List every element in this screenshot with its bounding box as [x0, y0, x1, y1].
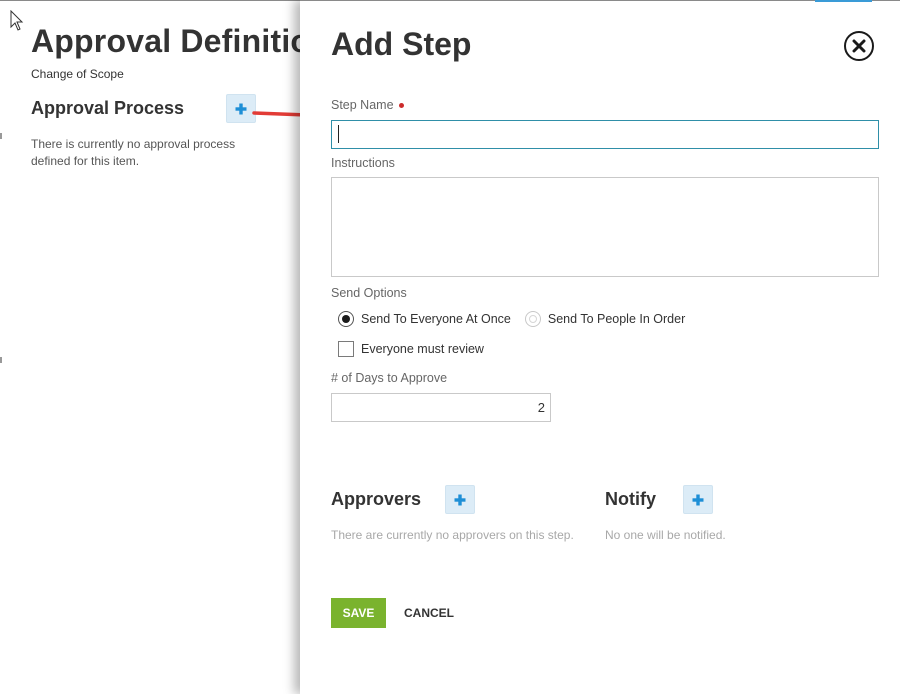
everyone-must-review-label[interactable]: Everyone must review [361, 342, 484, 356]
notify-heading: Notify [605, 489, 656, 509]
panel-top-accent [815, 0, 872, 2]
page-subtitle: Change of Scope [31, 67, 124, 81]
radio-label-send-in-order[interactable]: Send To People In Order [548, 312, 685, 326]
panel-title: Add Step [331, 26, 472, 62]
days-to-approve-input[interactable] [331, 393, 551, 422]
approval-process-empty-message: There is currently no approval process d… [31, 137, 236, 168]
panel-top-border [300, 0, 900, 1]
approvers-heading: Approvers [331, 489, 422, 509]
notify-empty-message: No one will be notified. [605, 528, 726, 542]
radio-empty-dot [528, 315, 537, 323]
close-button[interactable] [844, 31, 874, 61]
mouse-cursor-icon [10, 10, 24, 31]
edge-marker [0, 357, 2, 363]
add-step-panel: Add Step Step Name Instructions Send Opt… [300, 0, 900, 694]
step-name-label-text: Step Name [331, 98, 394, 112]
days-to-approve-label: # of Days to Approve [331, 371, 448, 385]
add-approver-button[interactable] [445, 485, 475, 514]
radio-send-everyone-at-once[interactable] [338, 311, 354, 327]
radio-send-people-in-order[interactable] [524, 311, 541, 327]
step-name-label: Step Name [331, 98, 404, 112]
step-name-input[interactable] [331, 120, 879, 149]
cancel-button[interactable]: CANCEL [400, 598, 458, 628]
everyone-must-review-row: Everyone must review [338, 341, 484, 357]
approval-process-heading: Approval Process [31, 98, 185, 118]
text-caret [338, 125, 339, 143]
plus-icon [454, 494, 466, 505]
add-notify-button[interactable] [683, 485, 713, 514]
radio-label-send-everyone[interactable]: Send To Everyone At Once [361, 312, 511, 326]
edge-marker [0, 133, 2, 139]
instructions-textarea[interactable] [331, 177, 879, 277]
send-options-label: Send Options [331, 286, 407, 300]
instructions-label: Instructions [331, 156, 395, 170]
plus-icon [692, 494, 704, 505]
plus-icon [235, 103, 247, 114]
close-icon [852, 39, 866, 53]
radio-selected-dot [342, 315, 350, 323]
required-indicator-icon [398, 103, 404, 109]
everyone-must-review-checkbox[interactable] [338, 341, 354, 357]
save-button[interactable]: SAVE [331, 598, 386, 628]
approvers-empty-message: There are currently no approvers on this… [331, 528, 574, 542]
page-title: Approval Definition [31, 23, 330, 59]
send-options-radio-group: Send To Everyone At Once Send To People … [338, 311, 685, 327]
